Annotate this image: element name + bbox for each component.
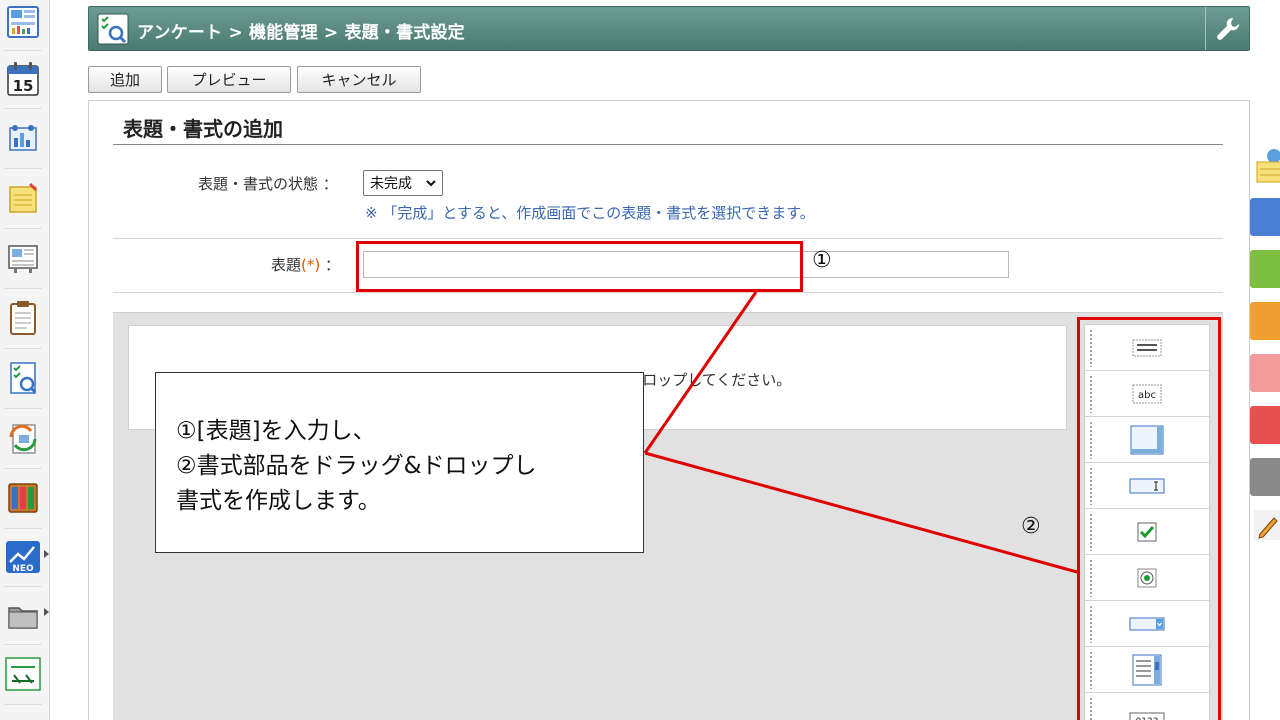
marker-1: ① — [812, 248, 832, 273]
screen: 15 NEO アンケート > 機能管理 > 表題・書式設定 追加 プレビュー キ… — [0, 0, 1280, 720]
annotation-connector-lines — [643, 291, 1078, 574]
callout-line-1: ①[表題]を入力し、 — [176, 418, 376, 444]
marker-2: ② — [1021, 514, 1041, 539]
instruction-callout: ①[表題]を入力し、 ②書式部品をドラッグ&ドロップし 書式を作成します。 — [155, 372, 644, 553]
callout-line-2: ②書式部品をドラッグ&ドロップし — [176, 453, 537, 479]
callout-line-3: 書式を作成します。 — [176, 488, 381, 514]
